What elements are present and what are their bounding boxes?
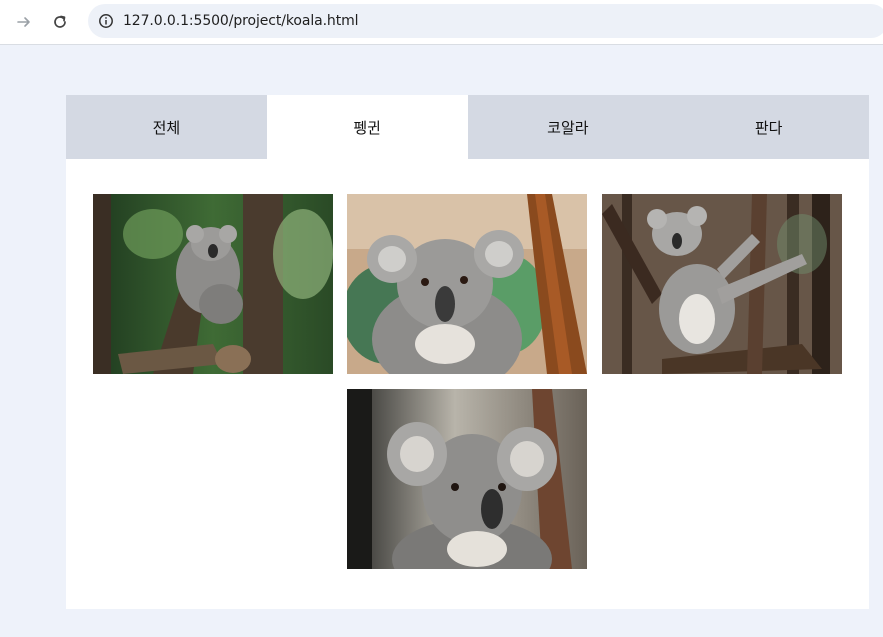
page-body: 전체 펭귄 코알라 판다 bbox=[0, 45, 883, 637]
koala-photo-4[interactable] bbox=[347, 389, 587, 569]
address-bar[interactable]: 127.0.0.1:5500/project/koala.html bbox=[88, 4, 883, 38]
gallery-panel: 전체 펭귄 코알라 판다 bbox=[66, 95, 869, 609]
reload-icon bbox=[54, 15, 66, 28]
tab-panda[interactable]: 판다 bbox=[668, 95, 869, 159]
reload-button[interactable] bbox=[48, 10, 72, 34]
browser-toolbar: 127.0.0.1:5500/project/koala.html bbox=[0, 0, 883, 45]
tab-all[interactable]: 전체 bbox=[66, 95, 267, 159]
arrow-right-icon bbox=[17, 17, 30, 27]
tab-bar: 전체 펭귄 코알라 판다 bbox=[66, 95, 869, 159]
info-icon[interactable] bbox=[94, 9, 118, 33]
forward-button[interactable] bbox=[12, 10, 36, 34]
koala-photo-1[interactable] bbox=[93, 194, 333, 374]
url-text[interactable]: 127.0.0.1:5500/project/koala.html bbox=[123, 12, 359, 30]
tab-penguin[interactable]: 펭귄 bbox=[266, 95, 468, 159]
koala-photo-2[interactable] bbox=[347, 194, 587, 374]
koala-photo-3[interactable] bbox=[602, 194, 842, 374]
tab-koala[interactable]: 코알라 bbox=[468, 95, 669, 159]
